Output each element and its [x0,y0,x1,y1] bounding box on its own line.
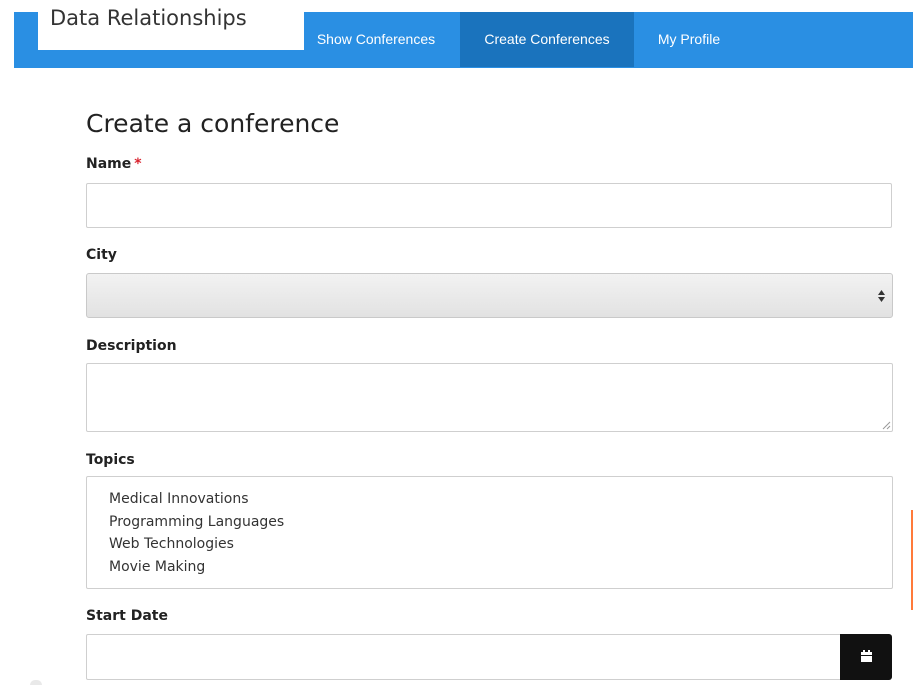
nav-show-conferences[interactable]: Show Conferences [304,12,448,67]
name-label-text: Name [86,156,132,172]
description-label: Description [86,338,177,354]
page-title: Create a conference [86,109,340,138]
sort-arrows-icon [878,290,885,302]
start-date-input[interactable] [86,634,842,680]
name-label: Name * [86,156,142,172]
nav-my-profile[interactable]: My Profile [647,12,731,67]
topics-label: Topics [86,452,135,468]
required-marker: * [134,156,142,172]
description-textarea[interactable] [86,363,893,432]
calendar-icon [861,650,872,662]
corner-fragment [30,680,42,685]
start-date-label: Start Date [86,608,168,624]
resize-grip-icon[interactable] [882,421,891,430]
name-input[interactable] [86,183,892,228]
topic-option[interactable]: Medical Innovations [109,491,249,507]
topics-listbox[interactable]: Medical Innovations Programming Language… [86,476,893,589]
date-picker-button[interactable] [840,634,892,680]
nav-create-conferences[interactable]: Create Conferences [460,12,634,67]
topic-option[interactable]: Movie Making [109,559,205,575]
brand-title[interactable]: Data Relationships [50,6,247,30]
city-label: City [86,247,117,263]
topic-option[interactable]: Web Technologies [109,536,234,552]
city-select[interactable] [86,273,893,318]
topic-option[interactable]: Programming Languages [109,514,284,530]
